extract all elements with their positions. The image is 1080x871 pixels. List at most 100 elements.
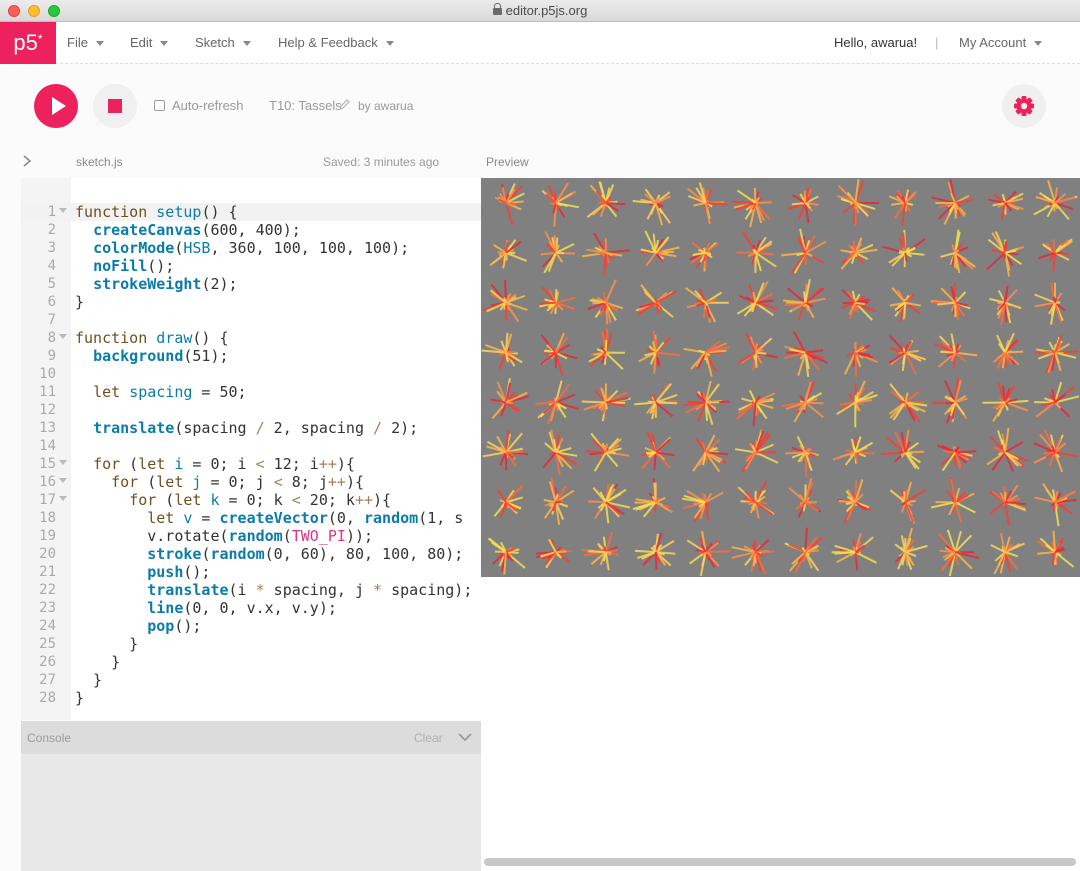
chevron-right-icon[interactable] (22, 155, 32, 167)
code-line[interactable]: 27 } (21, 671, 481, 689)
sketch-name[interactable]: T10: Tassels (269, 98, 342, 113)
code-line[interactable]: 25 } (21, 635, 481, 653)
line-number: 28 (39, 690, 56, 706)
fold-chevron-icon[interactable] (59, 208, 67, 213)
tassel-stroke (754, 352, 758, 368)
code-line[interactable]: 17 for (let k = 0; k < 20; k++){ (21, 491, 481, 509)
auto-refresh-checkbox[interactable] (154, 100, 165, 111)
menu-sketch[interactable]: Sketch (195, 35, 251, 50)
chevron-down-icon (242, 41, 251, 47)
code-line[interactable]: 14 (21, 437, 481, 455)
preview-horizontal-scrollbar[interactable] (484, 858, 1076, 866)
settings-button[interactable] (1002, 84, 1046, 128)
code-text: } (75, 653, 121, 671)
line-number: 11 (39, 384, 56, 400)
code-text: translate(i * spacing, j * spacing); (147, 581, 473, 599)
tassel-stroke (755, 201, 772, 204)
tassel-stroke (1052, 296, 1057, 303)
chevron-down-icon[interactable] (458, 733, 472, 742)
code-text: for (let k = 0; k < 20; k++){ (129, 491, 392, 509)
line-number: 2 (47, 222, 56, 238)
code-line[interactable]: 5 strokeWeight(2); (21, 275, 481, 293)
code-line[interactable]: 12 (21, 401, 481, 419)
console-clear-button[interactable]: Clear (414, 731, 443, 745)
code-line[interactable]: 2 createCanvas(600, 400); (21, 221, 481, 239)
code-line[interactable]: 28} (21, 689, 481, 707)
code-text: noFill(); (93, 257, 175, 275)
code-line[interactable]: 16 for (let j = 0; j < 8; j++){ (21, 473, 481, 491)
file-name[interactable]: sketch.js (76, 155, 123, 169)
code-line[interactable]: 13 translate(spacing / 2, spacing / 2); (21, 419, 481, 437)
code-line[interactable]: 18 let v = createVector(0, random(1, s (21, 509, 481, 527)
tassel-stroke (802, 250, 806, 254)
sketch-author: by awarua (358, 99, 414, 113)
tassel-stroke (732, 200, 756, 204)
code-line[interactable]: 15 for (let i = 0; i < 12; i++){ (21, 455, 481, 473)
menu-file[interactable]: File (67, 35, 104, 50)
tassel-stroke (653, 544, 657, 553)
line-number: 18 (39, 510, 56, 526)
fold-chevron-icon[interactable] (59, 334, 67, 339)
menu-edit[interactable]: Edit (130, 35, 169, 50)
menu-sketch-label: Sketch (195, 35, 235, 50)
canvas-background (481, 178, 1080, 577)
code-line[interactable]: 19 v.rotate(random(TWO_PI)); (21, 527, 481, 545)
code-line[interactable]: 24 pop(); (21, 617, 481, 635)
line-number: 9 (47, 348, 56, 364)
address-bar[interactable]: editor.p5js.org (0, 3, 1080, 18)
tassel-stroke (553, 235, 557, 253)
code-line[interactable]: 21 push(); (21, 563, 481, 581)
menu-help-label: Help & Feedback (278, 35, 378, 50)
code-line[interactable]: 11 let spacing = 50; (21, 383, 481, 401)
console-panel: Console Clear (21, 721, 481, 871)
play-button[interactable] (34, 84, 78, 128)
fold-chevron-icon[interactable] (59, 496, 67, 501)
gear-icon (1014, 96, 1034, 116)
code-text: } (75, 635, 139, 653)
chevron-down-icon (95, 41, 104, 47)
tassel-stroke (939, 549, 956, 554)
tassel-stroke (651, 200, 657, 204)
code-lines[interactable]: 1 function setup() {2 createCanvas(600, 4… (21, 203, 481, 707)
code-line[interactable]: 23 line(0, 0, v.x, v.y); (21, 599, 481, 617)
stop-button[interactable] (93, 84, 137, 128)
my-account-menu[interactable]: My Account (959, 35, 1043, 50)
fold-chevron-icon[interactable] (59, 478, 67, 483)
code-text: } (75, 689, 85, 707)
console-title: Console (27, 731, 72, 745)
code-editor[interactable]: 1 function setup() {2 createCanvas(600, 4… (21, 178, 481, 720)
sketch-canvas[interactable] (481, 178, 1080, 577)
pencil-icon[interactable] (339, 99, 350, 110)
tassel-stroke (1043, 451, 1056, 455)
tassel-stroke (634, 549, 656, 554)
tassel-stroke (854, 352, 858, 378)
tassel-stroke (803, 402, 807, 410)
line-number: 8 (47, 330, 56, 346)
fold-chevron-icon[interactable] (59, 460, 67, 465)
code-line[interactable]: 7 (21, 311, 481, 329)
tassel-stroke (655, 301, 661, 305)
p5-logo[interactable]: p5 * (0, 22, 56, 64)
tassel-stroke (942, 450, 956, 454)
code-line[interactable]: 20 stroke(random(0, 60), 80, 100, 80); (21, 545, 481, 563)
menu-edit-label: Edit (130, 35, 153, 50)
auto-refresh-label[interactable]: Auto-refresh (172, 98, 244, 113)
code-line[interactable]: 26 } (21, 653, 481, 671)
line-number: 26 (39, 654, 56, 670)
line-number: 27 (39, 672, 56, 688)
code-text: let spacing = 50; (93, 383, 247, 401)
code-line[interactable]: 4 noFill(); (21, 257, 481, 275)
code-text: } (75, 671, 103, 689)
code-line[interactable]: 22 translate(i * spacing, j * spacing); (21, 581, 481, 599)
code-line[interactable]: 1 function setup() { (21, 203, 481, 221)
line-number: 20 (39, 546, 56, 562)
code-line[interactable]: 6} (21, 293, 481, 311)
code-line[interactable]: 3 colorMode(HSB, 360, 100, 100, 100); (21, 239, 481, 257)
code-line[interactable]: 10 (21, 365, 481, 383)
preview-label: Preview (486, 155, 529, 169)
window-title-bar: editor.p5js.org (0, 0, 1080, 22)
code-line[interactable]: 8 function draw() { (21, 329, 481, 347)
menu-help[interactable]: Help & Feedback (278, 35, 394, 50)
line-number: 19 (39, 528, 56, 544)
code-line[interactable]: 9 background(51); (21, 347, 481, 365)
